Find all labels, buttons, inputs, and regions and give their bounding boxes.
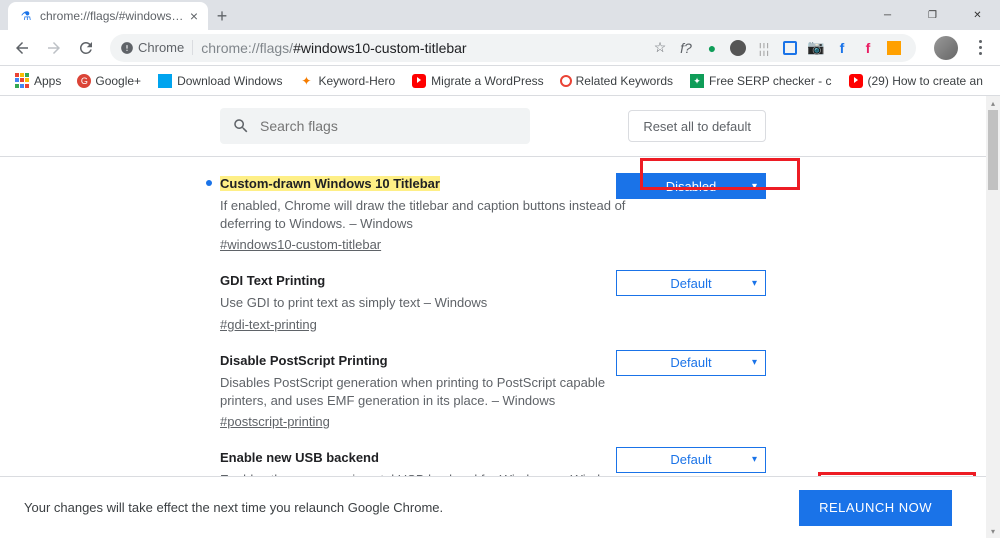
apps-icon	[14, 73, 30, 89]
chrome-menu-button[interactable]	[968, 36, 992, 60]
flags-header: Reset all to default	[0, 96, 986, 157]
star-icon[interactable]: ☆	[652, 40, 668, 56]
flag-title: GDI Text Printing	[220, 273, 325, 288]
bookmark-icon: ✦	[298, 73, 314, 89]
bookmark-item[interactable]: (29) How to create an	[842, 69, 989, 93]
window-maximize-button[interactable]: ❐	[910, 0, 955, 30]
reload-button[interactable]	[72, 34, 100, 62]
bookmark-item[interactable]: Download Windows	[151, 69, 288, 93]
bookmark-icon	[157, 73, 173, 89]
bookmark-item[interactable]: Hang Ups (Want You	[993, 69, 1000, 93]
youtube-icon	[848, 73, 864, 89]
flag-title: Enable new USB backend	[220, 450, 379, 465]
ext-icon-f[interactable]: f?	[678, 40, 694, 56]
scroll-up-icon[interactable]: ▴	[986, 96, 1000, 110]
close-icon[interactable]: ×	[190, 8, 198, 24]
flag-dropdown[interactable]: Default	[616, 270, 766, 296]
forward-button[interactable]	[40, 34, 68, 62]
profile-avatar[interactable]	[934, 36, 958, 60]
scroll-down-icon[interactable]: ▾	[986, 524, 1000, 538]
flag-entry: Custom-drawn Windows 10 Titlebar If enab…	[220, 157, 766, 254]
reset-all-button[interactable]: Reset all to default	[628, 110, 766, 142]
flag-hash-link[interactable]: #postscript-printing	[220, 414, 330, 429]
apps-shortcut[interactable]: Apps	[8, 69, 67, 93]
relaunch-message: Your changes will take effect the next t…	[24, 500, 443, 515]
tab-title: chrome://flags/#windows10-cust	[40, 9, 190, 23]
bookmark-item[interactable]: ✦Free SERP checker - c	[683, 69, 837, 93]
bookmark-item[interactable]: Migrate a WordPress	[405, 69, 549, 93]
address-bar: Chrome chrome://flags/#windows10-custom-…	[0, 30, 1000, 66]
relaunch-bar: Your changes will take effect the next t…	[0, 476, 986, 538]
flag-description: Use GDI to print text as simply text – W…	[220, 294, 640, 312]
ext-icon-grammarly[interactable]: ●	[704, 40, 720, 56]
flag-entry: GDI Text Printing Use GDI to print text …	[220, 254, 766, 333]
page-content: Reset all to default Custom-drawn Window…	[0, 96, 986, 538]
bookmark-icon	[560, 75, 572, 87]
flag-entry: Disable PostScript Printing Disables Pos…	[220, 334, 766, 431]
flag-dropdown[interactable]: Default	[616, 447, 766, 473]
browser-tab[interactable]: ⚗ chrome://flags/#windows10-cust ×	[8, 2, 208, 30]
vertical-scrollbar[interactable]: ▴ ▾	[986, 96, 1000, 538]
search-icon	[232, 117, 250, 135]
new-tab-button[interactable]: +	[208, 2, 236, 30]
bookmark-icon: G	[77, 74, 91, 88]
bookmark-icon: ✦	[689, 73, 705, 89]
relaunch-now-button[interactable]: RELAUNCH NOW	[799, 490, 952, 526]
ext-icon-sq[interactable]	[886, 40, 902, 56]
flag-description: If enabled, Chrome will draw the titleba…	[220, 197, 640, 233]
bookmark-item[interactable]: Related Keywords	[554, 69, 679, 93]
youtube-icon	[411, 73, 427, 89]
site-info-icon[interactable]: Chrome	[120, 40, 193, 55]
window-minimize-button[interactable]: ─	[865, 0, 910, 30]
ext-icon-f2[interactable]: f	[860, 40, 876, 56]
flag-dropdown[interactable]: Disabled	[616, 173, 766, 199]
url-text: chrome://flags/#windows10-custom-titleba…	[201, 40, 466, 56]
back-button[interactable]	[8, 34, 36, 62]
ext-icon-fb[interactable]: f	[834, 40, 850, 56]
window-close-button[interactable]: ✕	[955, 0, 1000, 30]
flag-dropdown[interactable]: Default	[616, 350, 766, 376]
ext-icon-1[interactable]: ¦¦¦	[756, 40, 772, 56]
search-flags-input[interactable]	[260, 118, 518, 134]
modified-dot-icon	[206, 180, 212, 186]
bookmark-item[interactable]: GGoogle+	[71, 69, 147, 93]
flask-icon: ⚗	[18, 8, 34, 24]
scrollbar-thumb[interactable]	[988, 110, 998, 190]
bookmarks-bar: Apps GGoogle+ Download Windows ✦Keyword-…	[0, 66, 1000, 96]
ext-icon-k[interactable]	[730, 40, 746, 56]
search-flags-wrap[interactable]	[220, 108, 530, 144]
address-input-wrap[interactable]: Chrome chrome://flags/#windows10-custom-…	[110, 34, 916, 62]
flag-title: Disable PostScript Printing	[220, 353, 388, 368]
flag-title: Custom-drawn Windows 10 Titlebar	[220, 176, 440, 191]
flag-hash-link[interactable]: #gdi-text-printing	[220, 317, 317, 332]
flag-hash-link[interactable]: #windows10-custom-titlebar	[220, 237, 381, 252]
camera-icon[interactable]: 📷	[808, 40, 824, 56]
bookmark-item[interactable]: ✦Keyword-Hero	[292, 69, 401, 93]
tab-bar: ⚗ chrome://flags/#windows10-cust × +	[0, 0, 1000, 30]
flag-description: Disables PostScript generation when prin…	[220, 374, 640, 410]
ext-icon-cast[interactable]	[782, 40, 798, 56]
